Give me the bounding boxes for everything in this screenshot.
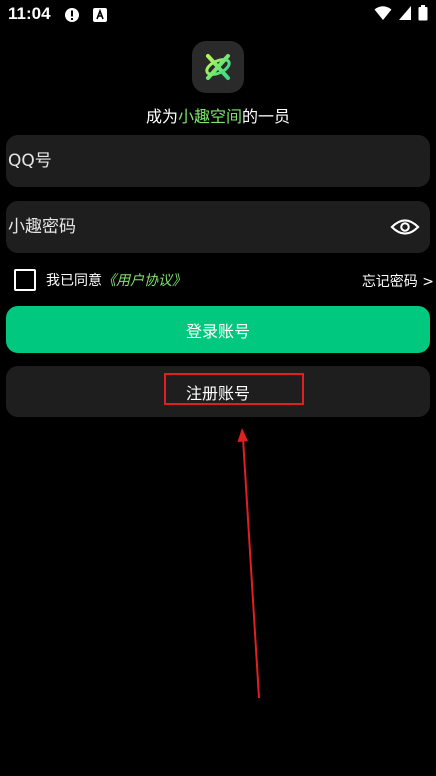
tagline-suffix: 的一员: [242, 107, 291, 126]
status-time: 11:04: [8, 4, 51, 23]
password-field[interactable]: [6, 201, 430, 253]
tagline: 成为小趣空间的一员: [0, 106, 436, 128]
qq-field[interactable]: [6, 135, 430, 187]
forgot-password-link[interactable]: 忘记密码 >: [362, 271, 434, 291]
status-icons: [374, 5, 428, 25]
password-input[interactable]: [6, 201, 376, 253]
login-button[interactable]: 登录账号: [6, 306, 430, 353]
tagline-prefix: 成为: [145, 107, 178, 126]
wifi-icon: [374, 5, 392, 25]
tagline-app-name: 小趣空间: [177, 107, 242, 126]
alert-icon: [64, 7, 80, 23]
qq-input[interactable]: [6, 135, 376, 187]
eye-icon[interactable]: [390, 214, 420, 240]
user-agreement-link[interactable]: 《用户协议》: [102, 270, 186, 290]
signal-icon: [398, 5, 412, 25]
agreement-row: 我已同意 《用户协议》: [14, 268, 186, 292]
xiaoqu-logo-icon: [192, 41, 244, 93]
battery-icon: [418, 5, 428, 25]
annotation-highlight-box: [164, 373, 304, 405]
agreement-text: 我已同意: [46, 273, 102, 289]
text-a-icon: [92, 7, 108, 23]
agreement-checkbox[interactable]: [14, 269, 36, 291]
status-bar: 11:04: [0, 0, 436, 30]
